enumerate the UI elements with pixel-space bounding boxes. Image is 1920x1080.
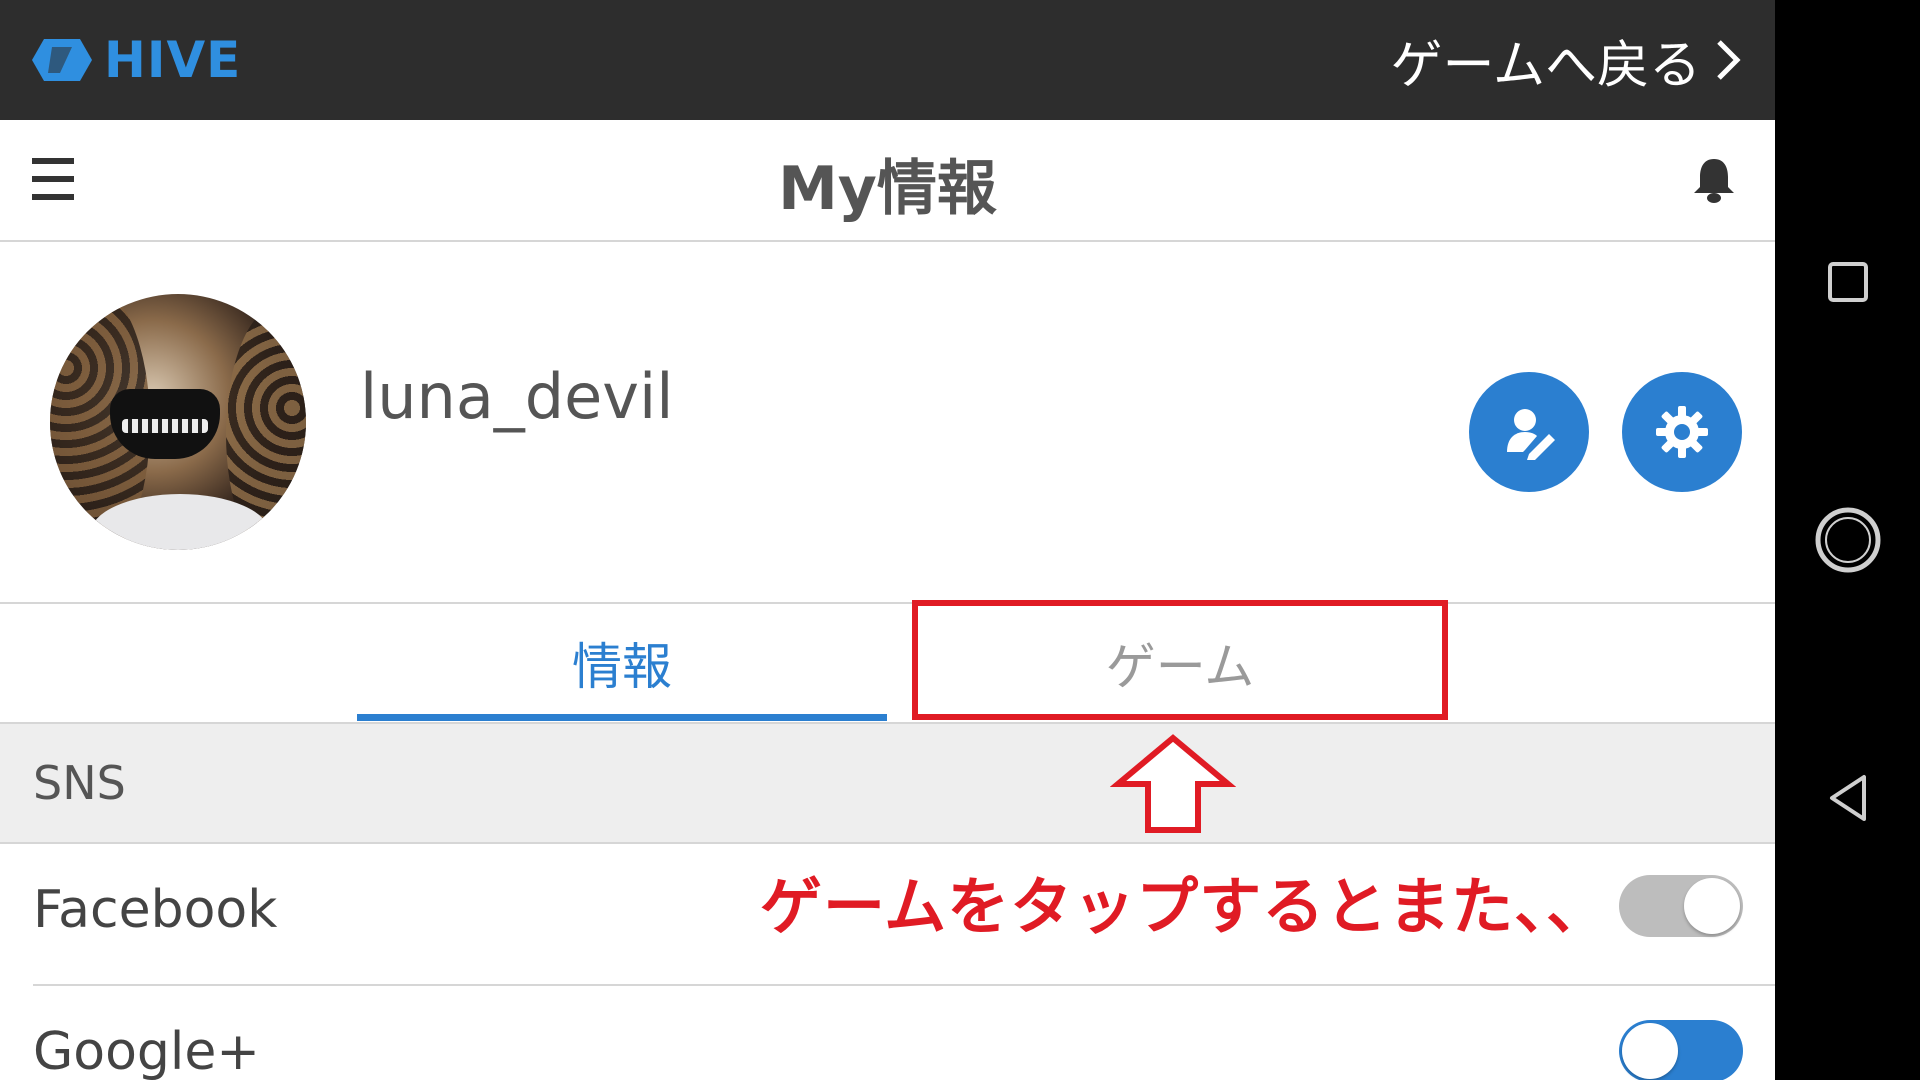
list-item-google-plus: Google+ — [0, 986, 1775, 1080]
hive-app: HIVE ゲームへ戻る My情報 luna_devil 情報 ゲーム SNS F… — [0, 0, 1775, 1080]
username: luna_devil — [360, 360, 674, 433]
hive-logo: HIVE — [30, 30, 241, 90]
back-to-game-label: ゲームへ戻る — [1390, 35, 1701, 96]
toggle-knob — [1684, 878, 1740, 934]
recents-square-icon — [1827, 262, 1868, 302]
tap-highlight-box — [912, 600, 1448, 720]
back-to-game-link[interactable]: ゲームへ戻る — [1391, 24, 1741, 96]
google-plus-toggle[interactable] — [1619, 1020, 1743, 1080]
settings-button[interactable] — [1622, 372, 1742, 492]
facebook-toggle[interactable] — [1619, 875, 1743, 937]
home-button[interactable] — [1775, 498, 1920, 582]
android-nav-bar — [1775, 0, 1920, 1080]
hive-logo-icon — [32, 39, 92, 81]
section-label: SNS — [33, 756, 126, 810]
facebook-label: Facebook — [33, 880, 278, 940]
toggle-knob — [1622, 1023, 1678, 1079]
back-triangle-icon — [1829, 775, 1866, 821]
avatar[interactable] — [50, 294, 306, 550]
profile-section: luna_devil — [0, 242, 1775, 604]
page-title: My情報 — [778, 154, 997, 224]
sns-section-header: SNS — [0, 724, 1775, 844]
annotation-text: ゲームをタップするとまた、、 — [760, 870, 1610, 943]
up-arrow-annotation-icon — [1110, 734, 1236, 833]
tab-info[interactable]: 情報 — [357, 604, 887, 722]
chevron-right-icon — [1717, 40, 1741, 80]
tab-info-label: 情報 — [572, 638, 672, 696]
edit-profile-icon — [1507, 409, 1555, 460]
active-tab-indicator — [357, 714, 887, 721]
logo-text: HIVE — [104, 31, 242, 89]
tab-bar: 情報 ゲーム — [0, 604, 1775, 724]
google-plus-label: Google+ — [33, 1022, 260, 1080]
gear-icon — [1656, 406, 1708, 458]
back-button[interactable] — [1775, 770, 1920, 826]
bell-icon[interactable] — [1691, 155, 1737, 205]
page-header: My情報 — [0, 120, 1775, 242]
recents-button[interactable] — [1775, 252, 1920, 312]
top-bar: HIVE ゲームへ戻る — [0, 0, 1775, 120]
home-circle-icon — [1815, 507, 1880, 573]
edit-profile-button[interactable] — [1469, 372, 1589, 492]
